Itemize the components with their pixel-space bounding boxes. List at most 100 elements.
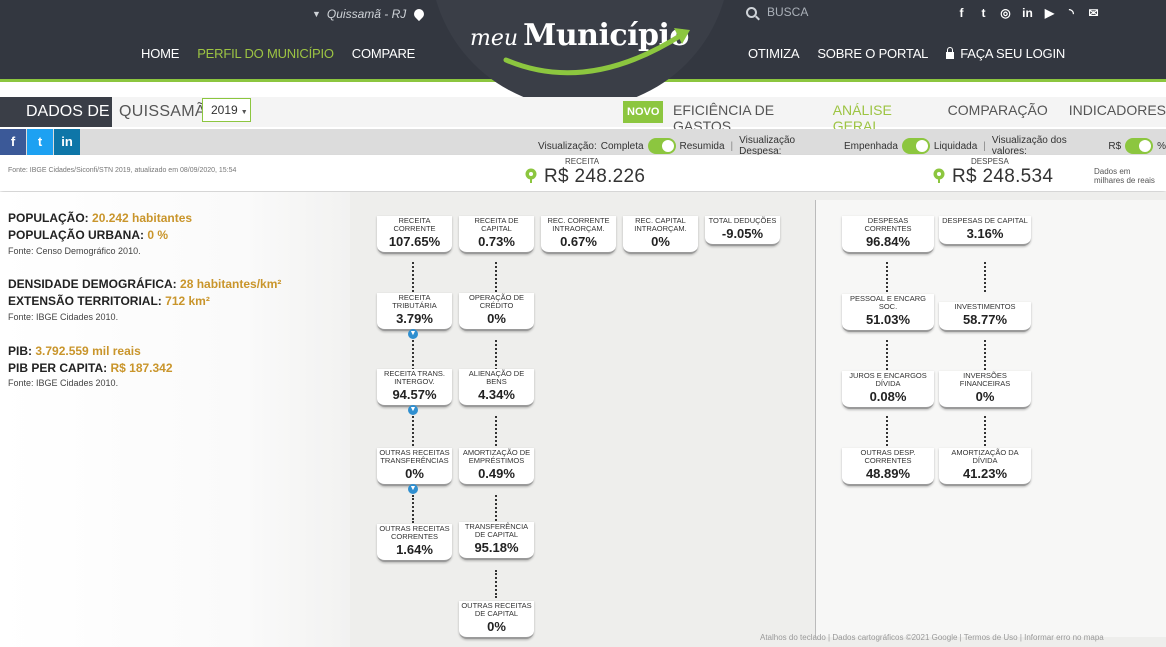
card-pessoal-encargos[interactable]: PESSOAL E ENCARG SOC. 51.03% xyxy=(842,294,934,332)
card-label: INVESTIMENTOS xyxy=(954,302,1016,311)
social-links: f t ◎ in ▶ ◝ ✉ xyxy=(955,6,1100,20)
main-nav-right: OTIMIZA SOBRE O PORTAL FAÇA SEU LOGIN xyxy=(748,46,1065,61)
card-receita-corrente[interactable]: RECEITA CORRENTE 107.65% xyxy=(377,216,452,254)
location-label: Quissamã - RJ xyxy=(326,7,407,21)
connector xyxy=(495,262,497,292)
card-label: DESPESAS DE CAPITAL xyxy=(942,216,1028,225)
urbana-row: POPULAÇÃO URBANA: 0 % xyxy=(8,228,168,242)
card-despesas-capital[interactable]: DESPESAS DE CAPITAL 3.16% xyxy=(939,216,1031,246)
rs-pct-toggle[interactable] xyxy=(1125,138,1154,154)
card-value: 0% xyxy=(487,619,506,634)
empenhada-liquidada-toggle[interactable] xyxy=(901,138,930,154)
expand-chevron-icon[interactable]: ▼ xyxy=(408,405,418,415)
card-label: OUTRAS RECEITAS DE CAPITAL xyxy=(461,601,532,618)
card-label: AMORTIZAÇÃO DE EMPRÉSTIMOS xyxy=(462,448,531,465)
card-inversoes-financeiras[interactable]: INVERSÕES FINANCEIRAS 0% xyxy=(939,371,1031,409)
card-transferencia-capital[interactable]: TRANSFERÊNCIA DE CAPITAL 95.18% xyxy=(459,522,534,560)
liquidada-label: Liquidada xyxy=(933,140,978,152)
completa-label: Completa xyxy=(600,140,644,152)
card-despesas-correntes[interactable]: DESPESAS CORRENTES 96.84% xyxy=(842,216,934,254)
nav-compare[interactable]: COMPARE xyxy=(352,46,416,61)
lock-icon xyxy=(946,47,955,59)
card-investimentos[interactable]: INVESTIMENTOS 58.77% xyxy=(939,302,1031,332)
connector xyxy=(495,570,497,598)
card-rec-corrente-intraorc[interactable]: REC. CORRENTE INTRAORÇAM. 0.67% xyxy=(541,216,616,254)
card-operacao-credito[interactable]: OPERAÇÃO DE CRÉDITO 0% xyxy=(459,293,534,331)
card-juros-encargos[interactable]: JUROS E ENCARGOS DÍVIDA 0.08% xyxy=(842,371,934,409)
card-label: JUROS E ENCARGOS DÍVIDA xyxy=(849,371,927,388)
nav-sobre-portal[interactable]: SOBRE O PORTAL xyxy=(817,46,928,61)
youtube-icon[interactable]: ▶ xyxy=(1043,6,1056,20)
card-alienacao-bens[interactable]: ALIENAÇÃO DE BENS 4.34% xyxy=(459,369,534,407)
unit-note: Dados em milhares de reais xyxy=(1094,167,1155,185)
nav-login-label: FAÇA SEU LOGIN xyxy=(960,46,1066,61)
rss-icon[interactable]: ◝ xyxy=(1065,6,1078,20)
share-twitter-icon[interactable]: t xyxy=(27,129,53,155)
connector xyxy=(412,262,414,292)
card-value: 107.65% xyxy=(388,234,441,249)
card-label: OUTRAS DESP. CORRENTES xyxy=(860,448,916,465)
card-total-deducoes[interactable]: TOTAL DEDUÇÕES -9.05% xyxy=(705,216,780,246)
card-value: 0% xyxy=(651,234,670,249)
search-placeholder: BUSCA xyxy=(767,5,809,19)
card-rec-capital-intraorc[interactable]: REC. CAPITAL INTRAORÇAM. 0% xyxy=(623,216,698,254)
despesa-label: DESPESA xyxy=(971,157,1009,166)
pib-value: 3.792.559 mil reais xyxy=(35,344,141,358)
expand-chevron-icon[interactable]: ▼ xyxy=(408,329,418,339)
divider: | xyxy=(983,140,986,152)
card-label: PESSOAL E ENCARG SOC. xyxy=(850,294,926,311)
card-value: 4.34% xyxy=(478,387,515,402)
card-label: AMORTIZAÇÃO DA DÍVIDA xyxy=(951,448,1019,465)
view-toggles: Visualização: Completa Resumida | Visual… xyxy=(538,135,1166,157)
facebook-icon[interactable]: f xyxy=(955,6,968,20)
card-label: INVERSÕES FINANCEIRAS xyxy=(959,371,1011,388)
vis-label: Visualização: xyxy=(538,140,597,152)
chevron-down-icon: ▼ xyxy=(240,109,248,116)
populacao-value: 20.242 habitantes xyxy=(92,211,193,225)
nav-perfil-municipio[interactable]: PERFIL DO MUNICÍPIO xyxy=(197,46,334,61)
card-outras-receitas-correntes[interactable]: OUTRAS RECEITAS CORRENTES 1.64% xyxy=(377,524,452,562)
densidade-value: 28 habitantes/km² xyxy=(180,277,282,291)
expand-chevron-icon[interactable]: ▼ xyxy=(408,484,418,494)
twitter-icon[interactable]: t xyxy=(977,6,990,20)
card-value: 0.08% xyxy=(869,389,907,404)
year-select[interactable]: 2019 ▼ xyxy=(202,98,251,122)
pib-per-capita-value: R$ 187.342 xyxy=(110,361,173,375)
card-value: 96.84% xyxy=(865,234,911,249)
search-box[interactable]: BUSCA xyxy=(746,5,808,19)
card-outras-receitas-transf[interactable]: OUTRAS RECEITAS TRANSFERÊNCIAS 0% xyxy=(377,448,452,486)
extensao-row: EXTENSÃO TERRITORIAL: 712 km² xyxy=(8,294,210,308)
card-receita-capital[interactable]: RECEITA DE CAPITAL 0.73% xyxy=(459,216,534,254)
connector xyxy=(495,340,497,370)
card-value: 3.79% xyxy=(396,311,433,326)
connector xyxy=(886,340,888,370)
location-selector[interactable]: ▼ Quissamã - RJ xyxy=(312,6,427,22)
card-amortizacao-emprestimos[interactable]: AMORTIZAÇÃO DE EMPRÉSTIMOS 0.49% xyxy=(459,448,534,486)
nav-otimiza[interactable]: OTIMIZA xyxy=(748,46,800,61)
card-amortizacao-divida[interactable]: AMORTIZAÇÃO DA DÍVIDA 41.23% xyxy=(939,448,1031,486)
densidade-label: DENSIDADE DEMOGRÁFICA: xyxy=(8,277,177,291)
share-linkedin-icon[interactable]: in xyxy=(54,129,80,155)
card-outras-receitas-capital[interactable]: OUTRAS RECEITAS DE CAPITAL 0% xyxy=(459,601,534,639)
dados-de-label: DADOS DE xyxy=(0,97,112,127)
card-outras-desp-correntes[interactable]: OUTRAS DESP. CORRENTES 48.89% xyxy=(842,448,934,486)
urbana-label: POPULAÇÃO URBANA: xyxy=(8,228,144,242)
card-label: ALIENAÇÃO DE BENS xyxy=(468,369,525,386)
pib-per-capita-row: PIB PER CAPITA: R$ 187.342 xyxy=(8,361,173,375)
nav-home[interactable]: HOME xyxy=(141,46,179,61)
card-receita-tributaria[interactable]: RECEITA TRIBUTÁRIA 3.79% xyxy=(377,293,452,331)
mail-icon[interactable]: ✉ xyxy=(1087,6,1100,20)
logo-swoosh-icon xyxy=(503,28,690,76)
source-ibge: Fonte: IBGE Cidades 2010. xyxy=(8,312,119,322)
share-facebook-icon[interactable]: f xyxy=(0,129,26,155)
unit-line-1: Dados em xyxy=(1094,167,1131,176)
tree-icon xyxy=(525,168,537,183)
card-label: TRANSFERÊNCIA DE CAPITAL xyxy=(464,522,529,539)
card-receita-trans-intergov[interactable]: RECEITA TRANS. INTERGOV. 94.57% xyxy=(377,369,452,407)
completa-resumida-toggle[interactable] xyxy=(647,138,676,154)
nav-login[interactable]: FAÇA SEU LOGIN xyxy=(946,46,1065,61)
populacao-row: POPULAÇÃO: 20.242 habitantes xyxy=(8,211,192,225)
linkedin-icon[interactable]: in xyxy=(1021,6,1034,20)
despesa-total: R$ 248.534 xyxy=(952,166,1054,187)
instagram-icon[interactable]: ◎ xyxy=(999,6,1012,20)
